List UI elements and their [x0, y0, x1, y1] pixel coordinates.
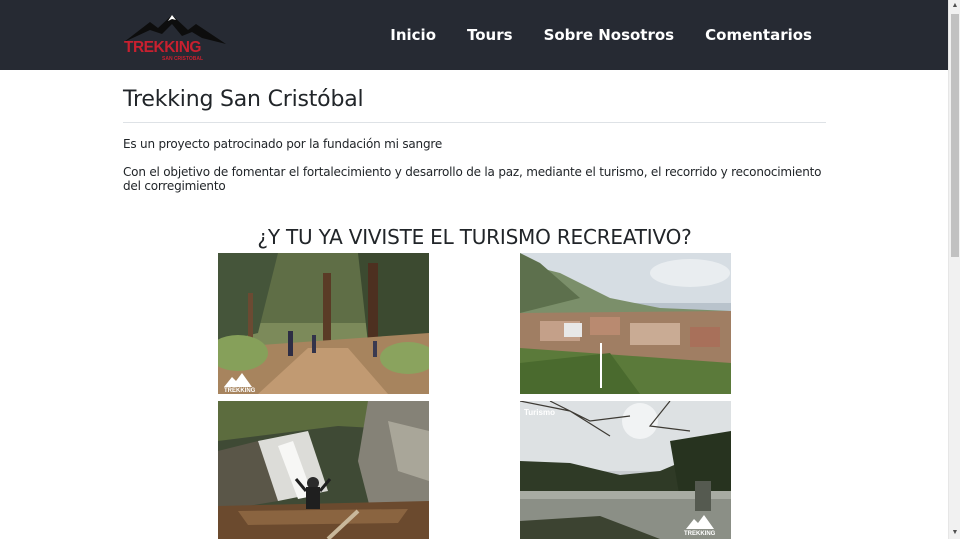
- turismo-badge: Turismo: [524, 408, 555, 417]
- main-content: Trekking San Cristóbal Es un proyecto pa…: [123, 70, 826, 249]
- page-title: Trekking San Cristóbal: [123, 87, 826, 123]
- nav-sobre-nosotros[interactable]: Sobre Nosotros: [544, 26, 675, 44]
- photo4-watermark: TREKKING: [684, 531, 716, 537]
- photo1-watermark: TREKKING: [224, 388, 256, 394]
- gallery-photo-town-view: [520, 253, 731, 394]
- mountain-logo-icon: TREKKING SAN CRISTOBAL: [124, 15, 226, 62]
- brand-logo[interactable]: TREKKING SAN CRISTOBAL: [122, 12, 230, 62]
- scroll-down-arrow-icon[interactable]: ▼: [949, 527, 960, 539]
- scrollbar-thumb[interactable]: [951, 14, 959, 257]
- gallery-photo-reservoir: Turismo TREKKING: [520, 401, 731, 539]
- navbar: TREKKING SAN CRISTOBAL Inicio Tours Sobr…: [0, 0, 948, 70]
- logo-text: TREKKING: [124, 39, 201, 56]
- nav-inicio[interactable]: Inicio: [390, 26, 436, 44]
- scroll-up-arrow-icon[interactable]: ▲: [949, 0, 960, 12]
- gallery-photo-forest-trail: TREKKING: [218, 253, 429, 394]
- section-heading: ¿Y TU YA VIVISTE EL TURISMO RECREATIVO?: [257, 225, 692, 249]
- vertical-scrollbar[interactable]: ▲ ▼: [948, 0, 960, 539]
- intro-paragraph: Es un proyecto patrocinado por la fundac…: [123, 137, 443, 151]
- nav-links: Inicio Tours Sobre Nosotros Comentarios: [359, 0, 812, 70]
- objective-paragraph: Con el objetivo de fomentar el fortaleci…: [123, 165, 822, 193]
- nav-comentarios[interactable]: Comentarios: [705, 26, 812, 44]
- nav-tours[interactable]: Tours: [467, 26, 513, 44]
- logo-subtext: SAN CRISTOBAL: [162, 56, 203, 62]
- gallery-photo-waterfall: [218, 401, 429, 539]
